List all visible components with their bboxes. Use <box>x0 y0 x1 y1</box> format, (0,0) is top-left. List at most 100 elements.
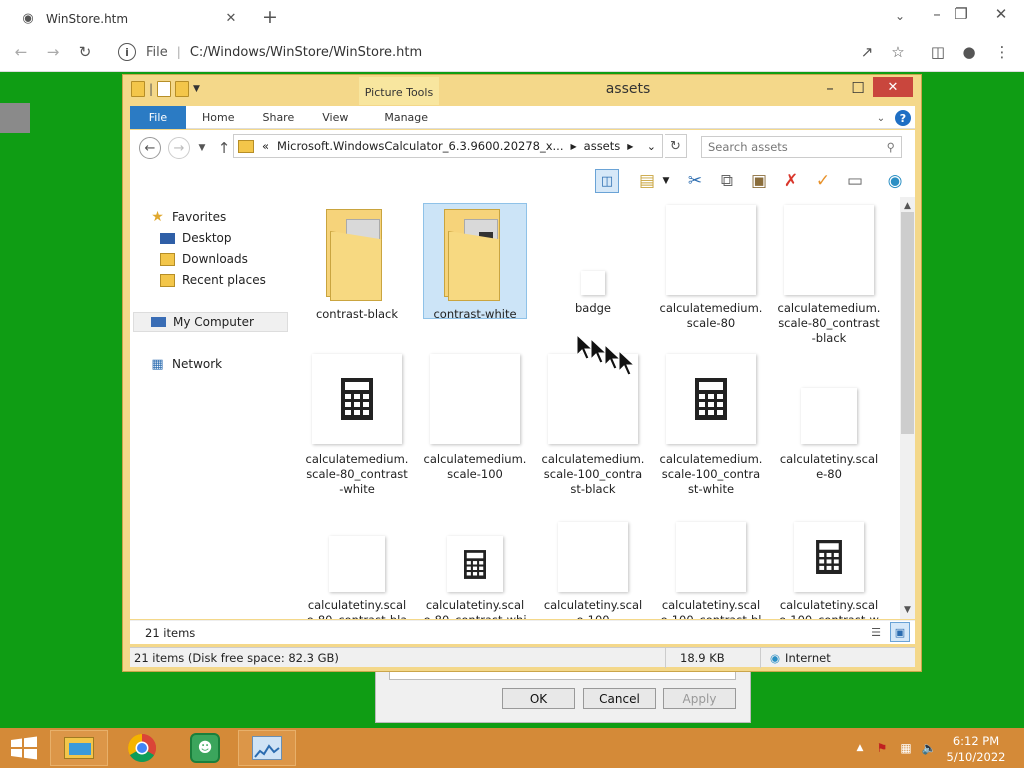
chevron-right-icon[interactable]: ▶ <box>627 142 633 151</box>
show-hidden-icons[interactable]: ▲ <box>852 740 868 756</box>
properties-icon[interactable] <box>157 81 172 97</box>
chrome-taskbar-icon[interactable] <box>113 730 171 766</box>
file-item[interactable]: calculatetiny.scale-80 <box>777 354 881 482</box>
apply-button[interactable]: Apply <box>663 688 736 709</box>
close-tab-icon[interactable]: ✕ <box>222 11 240 26</box>
chevron-down-icon[interactable]: ⌄ <box>647 140 656 153</box>
file-item[interactable]: calculatetiny.scale-80_contrast-black <box>305 522 409 619</box>
desktop-icon <box>160 232 175 244</box>
action-center-icon[interactable]: ⚑ <box>874 740 890 756</box>
forward-arrow-icon[interactable]: → <box>168 137 190 159</box>
item-name: calculatetiny.scale-80 <box>779 452 879 481</box>
details-view-icon[interactable]: ☰ <box>867 624 885 640</box>
nav-mycomputer[interactable]: My Computer <box>133 312 288 332</box>
minimize-button[interactable]: – <box>928 2 946 26</box>
recent-dropdown-icon[interactable]: ▼ <box>195 139 209 157</box>
file-item[interactable]: calculatetiny.scale-80_contrast-white <box>423 522 527 619</box>
chevron-right-icon[interactable]: ▶ <box>571 142 577 151</box>
clock[interactable]: 6:12 PM 5/10/2022 <box>936 733 1016 765</box>
path-segment[interactable]: Microsoft.WindowsCalculator_6.3.9600.202… <box>277 139 563 153</box>
file-item[interactable]: calculatemedium.scale-80_contrast-white <box>305 354 409 497</box>
chevron-down-icon[interactable]: ▼ <box>659 169 673 193</box>
sidebar-icon[interactable]: ◫ <box>927 41 949 63</box>
cancel-button[interactable]: Cancel <box>583 688 656 709</box>
tab-manage[interactable]: Manage <box>362 106 442 129</box>
file-item[interactable]: calculatemedium.scale-80_contrast-black <box>777 205 881 346</box>
ok-button[interactable]: OK <box>502 688 575 709</box>
new-folder-icon[interactable] <box>175 81 190 97</box>
path-overflow[interactable]: « <box>262 139 269 153</box>
chevron-down-icon[interactable]: ⌄ <box>873 110 889 126</box>
file-item[interactable]: calculatemedium.scale-80 <box>659 205 763 331</box>
network-tray-icon[interactable]: ▦ <box>898 740 914 756</box>
info-icon[interactable]: i <box>118 43 136 61</box>
restore-button[interactable]: ❐ <box>952 2 970 26</box>
minimize-button[interactable]: – <box>817 79 843 97</box>
chevron-down-icon[interactable]: ⌄ <box>890 4 910 28</box>
tab-view[interactable]: View <box>308 106 362 129</box>
help-icon[interactable]: ? <box>895 110 911 126</box>
image-thumbnail <box>676 522 746 592</box>
new-tab-button[interactable]: + <box>258 6 282 28</box>
select-icon[interactable]: ▭ <box>843 169 867 193</box>
status-summary: 21 items (Disk free space: 82.3 GB) <box>134 651 339 665</box>
scroll-up-arrow[interactable]: ▲ <box>900 199 915 213</box>
internet-icon[interactable]: ◉ <box>883 169 907 193</box>
cut-icon[interactable]: ✂ <box>683 169 707 193</box>
delete-icon[interactable]: ✗ <box>779 169 803 193</box>
forward-arrow-icon[interactable]: → <box>42 41 64 63</box>
folder-item[interactable]: contrast-black <box>305 205 409 322</box>
rename-icon[interactable]: ✓ <box>811 169 835 193</box>
file-explorer-taskbar-icon[interactable] <box>50 730 108 766</box>
nav-network[interactable]: ▦ Network <box>150 354 222 374</box>
properties-dialog: OK Cancel Apply <box>375 665 751 723</box>
scrollbar-thumb[interactable] <box>901 212 914 434</box>
windows-start-icon[interactable] <box>10 736 38 760</box>
properties-icon[interactable]: ▤ <box>635 169 659 193</box>
profile-icon[interactable]: ● <box>958 41 980 63</box>
copy-icon[interactable]: ⧉ <box>715 169 739 193</box>
nav-downloads[interactable]: Downloads <box>160 249 248 269</box>
image-thumbnail <box>784 205 874 295</box>
volume-icon[interactable]: 🔈 <box>921 740 937 756</box>
folder-item[interactable]: contrast-white <box>423 205 527 322</box>
large-icons-view-icon[interactable]: ▣ <box>890 622 910 642</box>
file-item[interactable]: badge <box>541 205 645 316</box>
refresh-icon[interactable]: ↻ <box>665 134 687 158</box>
nav-desktop[interactable]: Desktop <box>160 228 232 248</box>
file-item[interactable]: calculatetiny.scale-100_contrast-white <box>777 522 881 619</box>
nav-recent[interactable]: Recent places <box>160 270 266 290</box>
nav-desktop-label: Desktop <box>182 231 232 245</box>
maximize-button[interactable]: ☐ <box>845 79 871 97</box>
star-icon[interactable]: ☆ <box>887 41 909 63</box>
close-button[interactable]: ✕ <box>873 77 913 97</box>
back-arrow-icon[interactable]: ← <box>10 41 32 63</box>
back-arrow-icon[interactable]: ← <box>139 137 161 159</box>
tab-share[interactable]: Share <box>248 106 308 129</box>
internet-icon: ◉ <box>770 651 781 665</box>
share-icon[interactable]: ↗ <box>856 41 878 63</box>
file-item[interactable]: calculatemedium.scale-100 <box>423 354 527 482</box>
app-taskbar-icon[interactable]: ☻ <box>176 730 234 766</box>
browser-tab[interactable]: ◉ WinStore.htm ✕ <box>8 3 246 34</box>
preview-pane-icon[interactable]: ◫ <box>595 169 619 193</box>
reload-icon[interactable]: ↻ <box>74 41 96 63</box>
chevron-down-icon[interactable]: ▼ <box>193 84 200 94</box>
breadcrumb[interactable]: « Microsoft.WindowsCalculator_6.3.9600.2… <box>233 134 663 158</box>
search-input[interactable]: Search assets ⚲ <box>701 136 902 158</box>
scroll-down-arrow[interactable]: ▼ <box>900 603 915 617</box>
path-current[interactable]: assets <box>584 139 621 153</box>
tab-home[interactable]: Home <box>186 106 248 129</box>
item-name: calculatetiny.scale-100_contrast-white <box>779 598 879 619</box>
file-item[interactable]: calculatetiny.scale-100_contrast-black <box>659 522 763 619</box>
task-manager-taskbar-icon[interactable] <box>238 730 296 766</box>
menu-icon[interactable]: ⋮ <box>992 41 1012 63</box>
file-item[interactable]: calculatetiny.scale-100 <box>541 522 645 619</box>
close-window-button[interactable]: ✕ <box>990 2 1012 26</box>
file-item[interactable]: calculatemedium.scale-100_contrast-white <box>659 354 763 497</box>
tab-file[interactable]: File <box>130 105 186 129</box>
nav-favorites[interactable]: ★ Favorites <box>150 207 226 227</box>
paste-icon[interactable]: ▣ <box>747 169 771 193</box>
up-arrow-icon[interactable]: ↑ <box>215 137 233 159</box>
address-bar[interactable]: i File | C:/Windows/WinStore/WinStore.ht… <box>108 39 846 65</box>
